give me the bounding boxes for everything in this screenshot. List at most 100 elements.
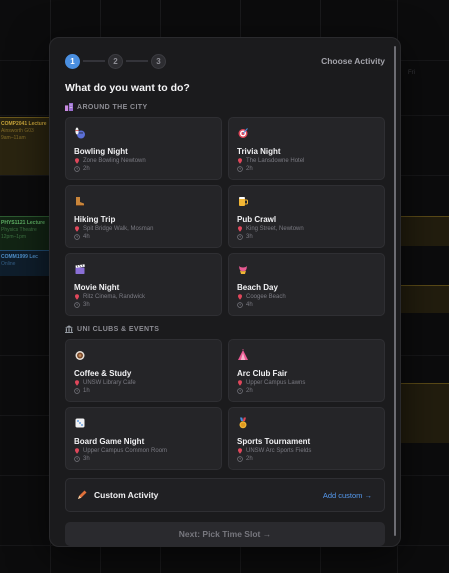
activity-card[interactable]: Arc Club Fair Upper Campus Lawns 2h: [228, 339, 385, 402]
section-title: AROUND THE CITY: [77, 103, 148, 111]
activity-location: UNSW Library Cafe: [83, 380, 136, 386]
target-icon: [238, 128, 248, 138]
activity-name: Arc Club Fair: [237, 369, 288, 378]
activity-name: Pub Crawl: [237, 215, 277, 224]
activity-card[interactable]: Coffee & Study UNSW Library Cafe 1h: [65, 339, 222, 402]
activity-duration-row: 2h: [237, 388, 377, 394]
tent-icon: [238, 349, 248, 360]
event-title: COMM1999 Lec: [1, 254, 38, 260]
activity-duration-row: 2h: [74, 166, 214, 172]
day-label: Fri: [408, 70, 415, 76]
activity-name: Trivia Night: [237, 147, 281, 156]
event-location: Physics Theatre: [1, 227, 37, 233]
activity-location-row: UNSW Arc Sports Fields: [237, 448, 377, 454]
activity-location-row: King Street, Newtown: [237, 226, 377, 232]
activity-location: The Lansdowne Hotel: [246, 158, 305, 164]
activity-name: Sports Tournament: [237, 437, 311, 446]
calendar-event[interactable]: PHYS1121 Lecture Physics Theatre 12pm–1p…: [0, 216, 50, 250]
calendar-event-block[interactable]: [397, 285, 449, 313]
clock-icon: [74, 302, 80, 308]
pin-icon: [75, 380, 79, 386]
clock-icon: [237, 166, 243, 172]
custom-activity-row[interactable]: Custom Activity Add custom →: [65, 478, 385, 512]
section-title: UNI CLUBS & EVENTS: [77, 325, 160, 333]
activity-location: Upper Campus Lawns: [246, 380, 306, 386]
activity-name: Bowling Night: [74, 147, 128, 156]
clock-icon: [74, 456, 80, 462]
activity-name: Coffee & Study: [74, 369, 132, 378]
step-2-indicator: 2: [108, 53, 123, 69]
bowling-icon: [75, 127, 85, 139]
calendar-event[interactable]: COMM1999 Lec Online: [0, 250, 50, 276]
custom-activity-label: Custom Activity: [94, 490, 159, 500]
dice-icon: [75, 418, 85, 428]
activity-duration: 3h: [83, 456, 90, 462]
medal-icon: [239, 417, 247, 429]
section-header-city: AROUND THE CITY: [65, 103, 385, 111]
university-icon: [65, 325, 73, 333]
activity-duration: 2h: [246, 166, 253, 172]
activity-duration: 2h: [246, 388, 253, 394]
activity-location-row: Zone Bowling Newtown: [74, 158, 214, 164]
activity-card[interactable]: Board Game Night Upper Campus Common Roo…: [65, 407, 222, 470]
city-icon: [65, 103, 73, 111]
swimsuit-icon: [239, 266, 247, 274]
activity-name: Hiking Trip: [74, 215, 116, 224]
beer-icon: [239, 197, 248, 206]
clock-icon: [237, 456, 243, 462]
activity-name: Beach Day: [237, 283, 278, 292]
activity-duration: 3h: [246, 234, 253, 240]
step-title: Choose Activity: [321, 56, 385, 66]
activity-location: UNSW Arc Sports Fields: [246, 448, 312, 454]
step-connector: [126, 60, 148, 62]
activity-duration-row: 2h: [237, 166, 377, 172]
pencil-icon: [78, 490, 87, 499]
activity-duration-row: 4h: [74, 234, 214, 240]
add-custom-link[interactable]: Add custom →: [323, 491, 372, 500]
clapper-icon: [75, 264, 85, 274]
activity-location-row: UNSW Library Cafe: [74, 380, 214, 386]
pin-icon: [75, 158, 79, 164]
activity-card[interactable]: Sports Tournament UNSW Arc Sports Fields…: [228, 407, 385, 470]
event-time: 9am–11am: [1, 135, 26, 141]
event-title: PHYS1121 Lecture: [1, 220, 45, 226]
activity-duration-row: 3h: [74, 302, 214, 308]
activity-location-row: Upper Campus Lawns: [237, 380, 377, 386]
activity-duration: 1h: [83, 388, 90, 394]
activity-card[interactable]: Pub Crawl King Street, Newtown 3h: [228, 185, 385, 248]
choose-activity-modal: 1 2 3 Choose Activity What do you want t…: [49, 37, 401, 547]
activity-card[interactable]: Movie Night Ritz Cinema, Randwick 3h: [65, 253, 222, 316]
coffee-icon: [75, 351, 85, 360]
activity-location: Coogee Beach: [246, 294, 286, 300]
activity-location: Spit Bridge Walk, Mosman: [83, 226, 154, 232]
activity-card[interactable]: Bowling Night Zone Bowling Newtown 2h: [65, 117, 222, 180]
activity-duration-row: 4h: [237, 302, 377, 308]
pin-icon: [238, 226, 242, 232]
calendar-event-block[interactable]: [397, 216, 449, 246]
activity-duration-row: 2h: [237, 456, 377, 462]
next-pick-time-slot-button[interactable]: Next: Pick Time Slot →: [65, 522, 385, 546]
activity-card[interactable]: Beach Day Coogee Beach 4h: [228, 253, 385, 316]
boot-icon: [76, 197, 84, 206]
event-title: COMP2041 Lecture: [1, 121, 47, 127]
activity-duration: 2h: [246, 456, 253, 462]
pin-icon: [75, 226, 79, 232]
activity-location-row: Upper Campus Common Room: [74, 448, 214, 454]
activity-card[interactable]: Hiking Trip Spit Bridge Walk, Mosman 4h: [65, 185, 222, 248]
activity-card[interactable]: Trivia Night The Lansdowne Hotel 2h: [228, 117, 385, 180]
activity-duration-row: 1h: [74, 388, 214, 394]
pin-icon: [238, 380, 242, 386]
activity-name: Movie Night: [74, 283, 120, 292]
activity-location-row: Ritz Cinema, Randwick: [74, 294, 214, 300]
scrollbar[interactable]: [394, 46, 396, 536]
activity-grid-uni: Coffee & Study UNSW Library Cafe 1h Arc …: [65, 339, 385, 470]
event-location: Ainsworth G03: [1, 128, 34, 134]
pin-icon: [238, 158, 242, 164]
clock-icon: [237, 234, 243, 240]
pin-icon: [75, 294, 79, 300]
activity-grid-city: Bowling Night Zone Bowling Newtown 2h Tr…: [65, 117, 385, 316]
activity-location: Zone Bowling Newtown: [83, 158, 146, 164]
calendar-event[interactable]: COMP2041 Lecture Ainsworth G03 9am–11am: [0, 117, 50, 175]
calendar-event-block[interactable]: [397, 383, 449, 443]
activity-location: Upper Campus Common Room: [83, 448, 168, 454]
